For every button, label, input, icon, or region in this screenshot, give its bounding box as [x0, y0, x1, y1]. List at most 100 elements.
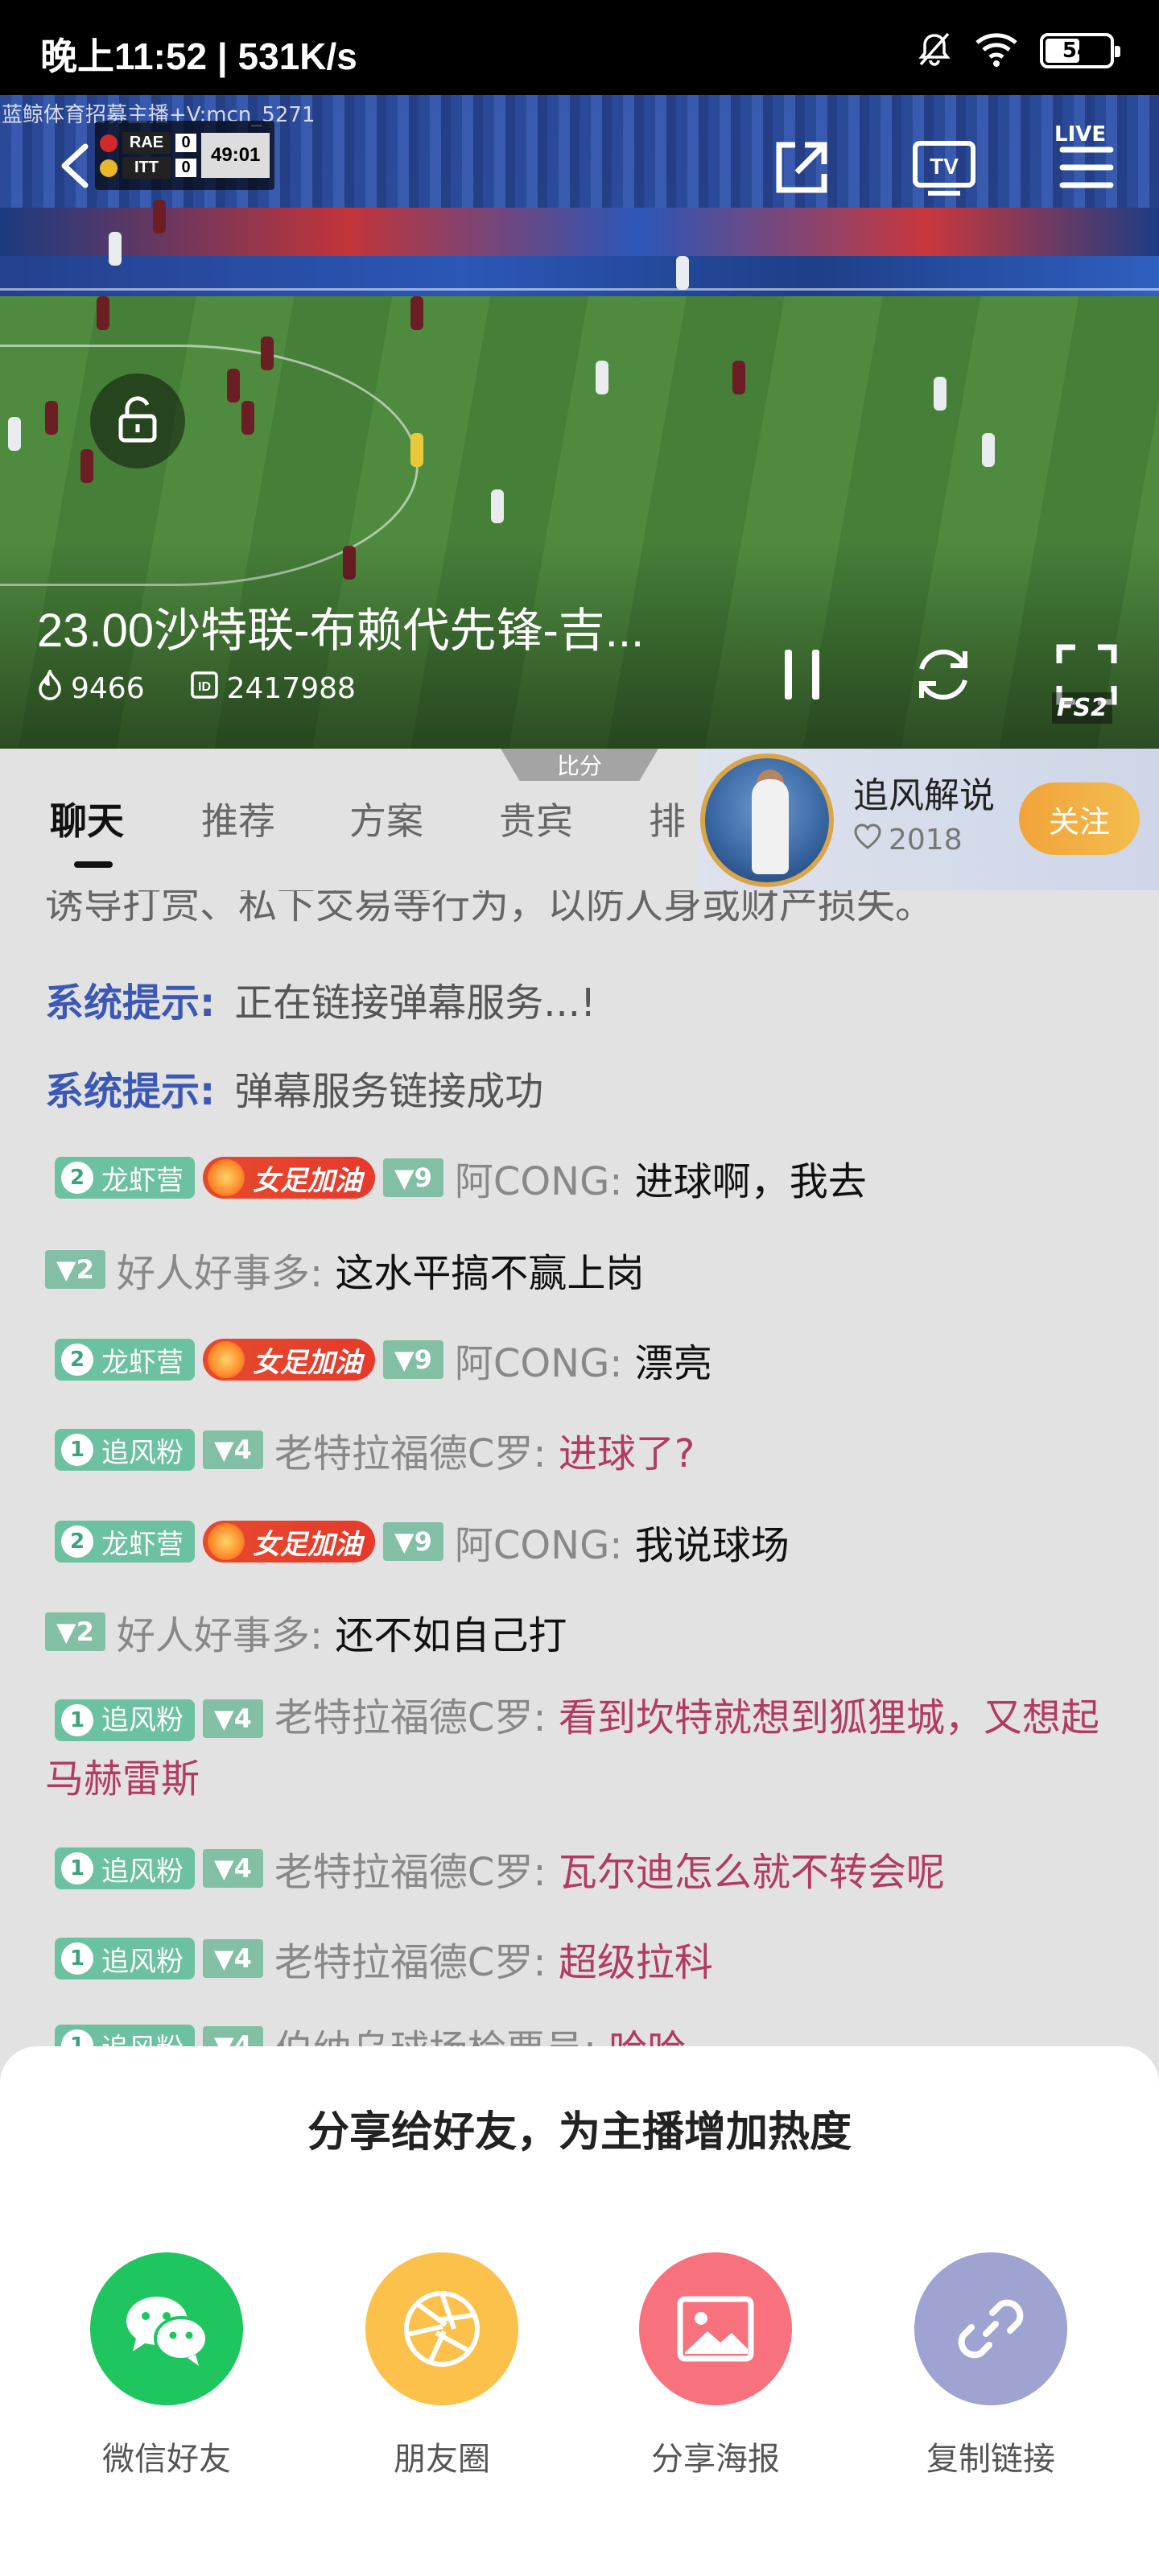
system-label: 系统提示:: [45, 980, 216, 1026]
fire-badge: 女足加油: [203, 1339, 375, 1381]
chat-username[interactable]: 阿CONG:: [455, 1150, 623, 1206]
tab-chat[interactable]: 聊天: [50, 792, 124, 845]
wifi-icon: [974, 31, 1019, 70]
chat-message: 2 龙虾营 女足加油 ▼ 9 阿CONG: 漂亮: [55, 1331, 712, 1388]
chat-username[interactable]: 好人好事多:: [117, 1241, 323, 1298]
copy-link-button[interactable]: 复制链接: [914, 2252, 1067, 2479]
fan-club-badge: 1 追风粉: [55, 1847, 195, 1889]
system-label: 系统提示:: [45, 1069, 216, 1114]
wechat-icon: [90, 2252, 243, 2405]
tv-cast-icon[interactable]: TV: [908, 135, 980, 200]
svg-text:ID: ID: [198, 680, 211, 694]
chat-text: 这水平搞不赢上岗: [335, 1251, 645, 1296]
chat-list[interactable]: 诱导打赏、私下交易等行为，以防人身或财产损失。 系统提示: 正在链接弹幕服务..…: [0, 890, 1159, 2050]
pause-icon[interactable]: [774, 644, 831, 705]
channel-badge: FS2: [1052, 692, 1112, 724]
system-message: 系统提示: 弹幕服务链接成功: [45, 1059, 543, 1116]
lock-screen-button[interactable]: [90, 374, 185, 469]
scoreboard: RAE 0 ITT 0 49:01: [95, 121, 275, 190]
fan-club-badge: 1 追风粉: [55, 1699, 195, 1741]
fan-club-badge: 2 龙虾营: [55, 1157, 195, 1199]
viewers-stat: ID 2417988: [190, 671, 356, 707]
chat-message: 2 龙虾营 女足加油 ▼ 9 阿CONG: 进球啊，我去: [55, 1150, 867, 1206]
fire-icon: [208, 1523, 245, 1560]
status-bar: 晚上11:52 | 531K/s 54: [0, 0, 1159, 95]
chat-username[interactable]: 好人好事多:: [117, 1604, 323, 1660]
link-icon: [914, 2252, 1067, 2405]
home-score: 0: [175, 134, 196, 152]
system-text: 弹幕服务链接成功: [234, 1069, 544, 1114]
away-score: 0: [175, 159, 196, 177]
heat-stat: 9466: [37, 667, 145, 708]
fire-icon: [208, 1341, 245, 1378]
level-badge: ▼ 9: [383, 1340, 443, 1379]
tab-vip[interactable]: 贵宾: [499, 792, 573, 845]
share-wechat-button[interactable]: 微信好友: [90, 2252, 243, 2479]
back-arrow-icon[interactable]: [50, 142, 98, 190]
chat-username[interactable]: 老特拉福德C罗:: [274, 1930, 547, 1987]
share-label: 朋友圈: [394, 2441, 490, 2478]
svg-text:TV: TV: [930, 154, 959, 179]
likes-count: 2018: [889, 824, 963, 857]
battery-level: 54: [1062, 39, 1092, 63]
active-tab-indicator: [74, 861, 113, 868]
heat-value: 9466: [71, 672, 145, 705]
fan-club-badge: 1 追风粉: [55, 1938, 195, 1979]
chat-message: 1 追风粉 ▼ 4 老特拉福德C罗: 瓦尔迪怎么就不转会呢: [55, 1840, 945, 1897]
chat-username[interactable]: 阿CONG:: [455, 1331, 623, 1388]
chat-username[interactable]: 阿CONG:: [455, 1513, 623, 1570]
chat-text: 哈哈: [608, 2027, 687, 2050]
battery-icon: 54: [1040, 33, 1120, 68]
share-label: 复制链接: [926, 2441, 1055, 2478]
streamer-likes: 2018: [853, 823, 963, 857]
streamer-name: 追风解说: [853, 775, 995, 816]
fire-icon: [208, 1159, 245, 1196]
moments-icon: [365, 2252, 518, 2405]
fire-badge: 女足加油: [203, 1157, 375, 1199]
share-moments-button[interactable]: 朋友圈: [365, 2252, 518, 2479]
heart-outline-icon: [853, 823, 882, 857]
follow-button[interactable]: 关注: [1019, 782, 1140, 855]
external-open-icon[interactable]: [769, 135, 834, 200]
fire-badge: 女足加油: [203, 1521, 375, 1563]
level-badge: ▼ 4: [203, 1699, 263, 1738]
fan-club-badge: 1 追风粉: [55, 1429, 195, 1471]
image-icon: [639, 2252, 792, 2405]
menu-icon[interactable]: [1054, 137, 1119, 198]
chat-message: 2 龙虾营 女足加油 ▼ 9 阿CONG: 我说球场: [55, 1513, 790, 1570]
refresh-icon[interactable]: [911, 642, 975, 707]
unlock-icon: [116, 395, 159, 447]
chat-message: 1 追风粉 ▼ 4 伯纳乌球场检票员: 哈哈: [55, 2017, 686, 2050]
chat-message: ▼ 2 好人好事多: 这水平搞不赢上岗: [45, 1241, 644, 1298]
tab-plans[interactable]: 方案: [349, 792, 423, 845]
viewers-value: 2417988: [226, 672, 356, 705]
tab-recommend[interactable]: 推荐: [201, 792, 275, 845]
chat-text: 还不如自己打: [335, 1613, 567, 1658]
share-title: 分享给好友，为主播增加热度: [307, 2108, 852, 2157]
share-poster-button[interactable]: 分享海报: [639, 2252, 792, 2479]
chat-message: ▼ 2 好人好事多: 还不如自己打: [45, 1604, 567, 1660]
chat-username[interactable]: 伯纳乌球场检票员:: [274, 2017, 596, 2050]
home-team: RAE: [122, 132, 171, 154]
score-handle[interactable]: 比分: [501, 749, 658, 781]
chat-text: 超级拉科: [558, 1940, 713, 1985]
streamer-avatar[interactable]: [700, 753, 834, 887]
video-title: 23.00沙特联-布赖代先锋-吉...: [37, 605, 645, 657]
level-badge: ▼ 9: [383, 1522, 443, 1561]
chat-text: 我说球场: [634, 1523, 790, 1568]
tab-ranking[interactable]: 排: [649, 792, 686, 845]
chat-text: 进球了?: [558, 1431, 695, 1476]
mute-bell-icon: [916, 31, 953, 71]
chat-username[interactable]: 老特拉福德C罗:: [274, 1840, 547, 1897]
level-badge: ▼ 2: [45, 1612, 105, 1651]
video-stats: 9466 ID 2417988: [37, 667, 356, 708]
chat-notice-line: 诱导打赏、私下交易等行为，以防人身或财产损失。: [45, 890, 934, 927]
chat-text: 进球啊，我去: [634, 1159, 867, 1204]
fan-club-badge: 2 龙虾营: [55, 1521, 195, 1563]
chat-username[interactable]: 老特拉福德C罗:: [274, 1422, 547, 1478]
level-badge: ▼ 4: [203, 1939, 263, 1978]
chat-message: 1 追风粉 ▼ 4 老特拉福德C罗: 进球了?: [55, 1422, 695, 1478]
level-badge: ▼ 4: [203, 1430, 263, 1469]
chat-username[interactable]: 老特拉福德C罗:: [274, 1695, 547, 1740]
id-card-icon: ID: [190, 671, 219, 707]
